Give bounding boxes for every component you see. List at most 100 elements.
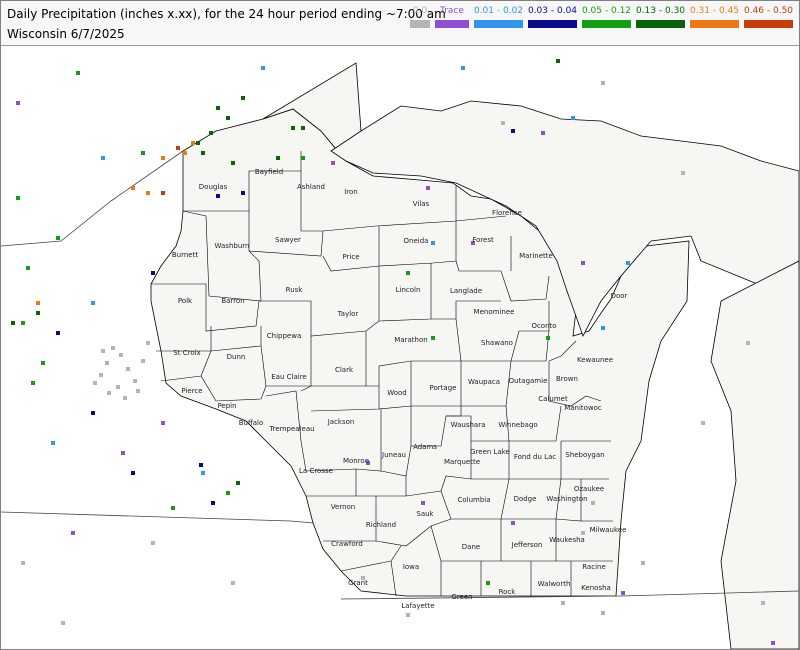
county-label: Oconto — [531, 322, 556, 330]
map-subtitle: Wisconsin 6/7/2025 — [7, 27, 125, 41]
legend-item-trace: Trace — [435, 5, 469, 28]
legend-label: 0.13 - 0.30 — [635, 6, 686, 16]
county-label: Door — [611, 292, 628, 300]
county-label: Taylor — [337, 310, 359, 318]
county-label: Eau Claire — [271, 373, 306, 381]
legend-swatch — [582, 20, 631, 28]
legend-label: 0.01 - 0.02 — [473, 6, 524, 16]
map-title: Daily Precipitation (inches x.xx), for t… — [7, 7, 446, 21]
legend-label: Trace — [440, 6, 464, 16]
map-frame: Daily Precipitation (inches x.xx), for t… — [0, 0, 800, 650]
county-label: Richland — [366, 521, 396, 529]
county-label: Monroe — [343, 457, 369, 465]
legend-label: 0.31 - 0.45 — [689, 6, 740, 16]
legend-item-013: 0.13 - 0.30 — [636, 5, 685, 28]
county-label: Oneida — [404, 237, 429, 245]
county-label: Barron — [221, 297, 244, 305]
county-label: Winnebago — [498, 421, 537, 429]
county-label: Sheboygan — [565, 451, 604, 459]
county-label: Dane — [462, 543, 480, 551]
lake-superior-shore — [1, 150, 184, 247]
legend-label: 0.0 — [412, 6, 428, 16]
county-label: Polk — [178, 297, 193, 305]
county-label: Milwaukee — [590, 526, 627, 534]
county-label: Iron — [344, 188, 358, 196]
county-label: Ashland — [297, 183, 325, 191]
legend-swatch — [744, 20, 793, 28]
lower-michigan-shape — [710, 260, 799, 649]
legend-swatch — [435, 20, 469, 28]
legend-swatch — [528, 20, 577, 28]
county-label: Columbia — [457, 496, 490, 504]
county-label: Walworth — [538, 580, 571, 588]
county-label: Crawford — [331, 540, 363, 548]
legend-swatch — [690, 20, 739, 28]
county-label: Chippewa — [267, 332, 301, 340]
county-label: Brown — [556, 375, 578, 383]
legend-label: 0.03 - 0.04 — [527, 6, 578, 16]
county-label: Waukesha — [549, 536, 585, 544]
county-label: St Croix — [173, 349, 200, 357]
county-label: Fond du Lac — [514, 453, 556, 461]
county-label: Waushara — [451, 421, 486, 429]
county-label: Marquette — [444, 458, 480, 466]
county-label: Rusk — [286, 286, 304, 294]
county-label: Florence — [492, 209, 522, 217]
county-label: Marinette — [519, 252, 553, 260]
county-label: Forest — [472, 236, 494, 244]
county-label: Vernon — [331, 503, 355, 511]
county-label: Trempealeau — [268, 425, 314, 433]
legend-item-zero: 0.0 — [410, 5, 430, 28]
county-label: Shawano — [481, 339, 513, 347]
county-label: Lafayette — [401, 602, 434, 610]
county-label: La Crosse — [299, 467, 333, 475]
county-label: Clark — [335, 366, 354, 374]
obs-046 — [161, 146, 180, 195]
legend-swatch — [474, 20, 523, 28]
county-label: Lincoln — [396, 286, 421, 294]
county-label: Marathon — [394, 336, 427, 344]
county-label: Wood — [387, 389, 407, 397]
wisconsin-map: Douglas Bayfield Ashland Iron Vilas Flor… — [1, 59, 799, 649]
legend-item-001: 0.01 - 0.02 — [474, 5, 523, 28]
county-label: Kenosha — [581, 584, 611, 592]
legend-swatch — [410, 20, 430, 28]
county-label: Sauk — [416, 510, 434, 518]
county-label: Kewaunee — [577, 356, 613, 364]
county-label: Grant — [348, 579, 368, 587]
county-label: Langlade — [450, 287, 482, 295]
county-label: Iowa — [403, 563, 419, 571]
county-label: Pepin — [217, 402, 236, 410]
county-label: Washington — [546, 495, 587, 503]
header-bar: Daily Precipitation (inches x.xx), for t… — [1, 1, 799, 46]
county-label: Washburn — [215, 242, 250, 250]
county-label: Adams — [413, 443, 437, 451]
county-label: Green — [451, 593, 472, 601]
county-label: Rock — [499, 588, 517, 596]
county-label: Jackson — [327, 418, 355, 426]
precip-legend: 0.0 Trace 0.01 - 0.02 0.03 - 0.04 0.05 -… — [410, 5, 793, 28]
county-label: Bayfield — [255, 168, 283, 176]
county-label: Ozaukee — [574, 485, 604, 493]
county-label: Racine — [582, 563, 606, 571]
county-label: Green Lake — [470, 448, 510, 456]
legend-item-031: 0.31 - 0.45 — [690, 5, 739, 28]
county-label: Vilas — [413, 200, 430, 208]
county-label: Dunn — [227, 353, 246, 361]
county-label: Jefferson — [511, 541, 543, 549]
county-label: Burnett — [172, 251, 198, 259]
county-label: Portage — [430, 384, 457, 392]
county-label: Outagamie — [509, 377, 548, 385]
county-label: Manitowoc — [564, 404, 602, 412]
county-label: Douglas — [199, 183, 228, 191]
county-label: Waupaca — [468, 378, 500, 386]
county-label: Price — [342, 253, 359, 261]
county-label: Juneau — [381, 451, 406, 459]
legend-label: 0.46 - 0.50 — [743, 6, 794, 16]
mn-ia-boundary — [1, 511, 314, 524]
county-label: Pierce — [181, 387, 202, 395]
county-label: Calumet — [538, 395, 568, 403]
county-label: Dodge — [514, 495, 537, 503]
county-label: Buffalo — [239, 419, 264, 427]
legend-item-005: 0.05 - 0.12 — [582, 5, 631, 28]
